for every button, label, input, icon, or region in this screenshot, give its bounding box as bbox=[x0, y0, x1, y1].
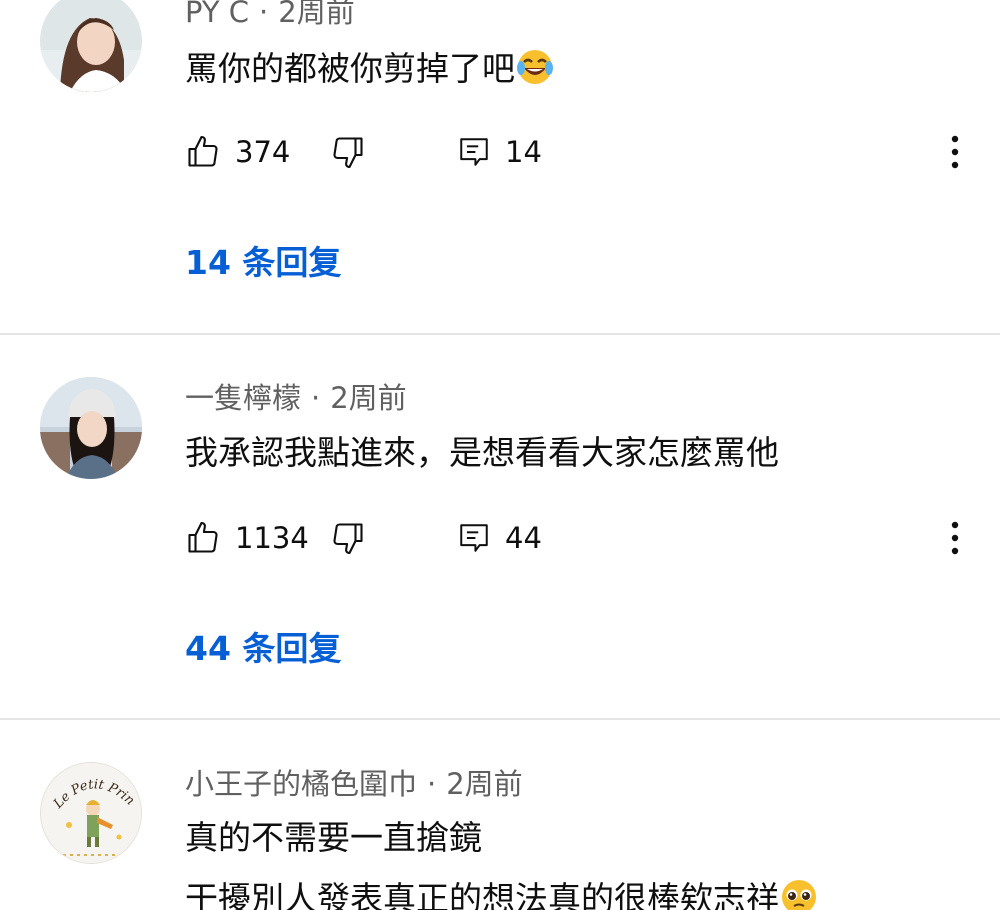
divider bbox=[0, 333, 1000, 335]
comment-text-content: 干擾別人發表真正的想法真的很棒欸志祥 bbox=[185, 879, 779, 910]
author-name[interactable]: 一隻檸檬 bbox=[185, 381, 301, 415]
reply-count: 44 bbox=[505, 521, 542, 555]
more-vertical-icon bbox=[951, 521, 959, 555]
divider bbox=[0, 718, 1000, 720]
like-button[interactable]: 374 bbox=[185, 132, 290, 172]
reply-count: 14 bbox=[505, 135, 542, 169]
pleading-face-icon bbox=[779, 876, 819, 910]
comment-actions: 1134 44 bbox=[185, 518, 985, 558]
comments-list: PY C · 2周前 罵你的都被你剪掉了吧 374 14 14 条回复 一隻檸檬… bbox=[0, 0, 1000, 910]
comment-text-content: 罵你的都被你剪掉了吧 bbox=[185, 49, 515, 88]
comment-meta: PY C · 2周前 bbox=[185, 0, 355, 29]
comment-text-line: 真的不需要一直搶鏡 bbox=[185, 818, 482, 857]
meta-separator: · bbox=[259, 0, 269, 29]
more-vertical-icon bbox=[951, 135, 959, 169]
dislike-button[interactable] bbox=[330, 518, 366, 558]
author-name[interactable]: 小王子的橘色圍巾 bbox=[185, 767, 417, 801]
comment-meta: 一隻檸檬 · 2周前 bbox=[185, 381, 407, 415]
meta-separator: · bbox=[427, 767, 437, 801]
more-button[interactable] bbox=[940, 132, 970, 172]
thumbs-up-icon bbox=[188, 135, 218, 167]
comment-icon bbox=[460, 138, 488, 166]
reply-button[interactable]: 14 bbox=[457, 132, 542, 172]
comment-meta: 小王子的橘色圍巾 · 2周前 bbox=[185, 767, 523, 801]
more-button[interactable] bbox=[940, 518, 970, 558]
avatar[interactable]: Le Petit Prince bbox=[40, 762, 142, 864]
avatar[interactable] bbox=[40, 377, 142, 479]
dislike-button[interactable] bbox=[330, 132, 366, 172]
avatar[interactable] bbox=[40, 0, 142, 92]
author-name[interactable]: PY C bbox=[185, 0, 249, 29]
comment-time[interactable]: 2周前 bbox=[446, 767, 522, 801]
replies-link[interactable]: 14 条回复 bbox=[185, 243, 341, 283]
comment-text: 罵你的都被你剪掉了吧 bbox=[185, 46, 555, 89]
comment-time[interactable]: 2周前 bbox=[278, 0, 354, 29]
like-button[interactable]: 1134 bbox=[185, 518, 309, 558]
thumbs-up-icon bbox=[188, 521, 218, 553]
face-with-tears-of-joy-icon bbox=[515, 46, 555, 86]
comment-actions: 374 14 bbox=[185, 132, 985, 172]
thumbs-down-icon bbox=[333, 137, 363, 169]
like-count: 374 bbox=[235, 135, 291, 169]
comment-text-line: 干擾別人發表真正的想法真的很棒欸志祥 bbox=[185, 876, 819, 910]
thumbs-down-icon bbox=[333, 523, 363, 555]
replies-link[interactable]: 44 条回复 bbox=[185, 629, 341, 669]
comment-text: 我承認我點進來，是想看看大家怎麼罵他 bbox=[185, 433, 779, 472]
reply-button[interactable]: 44 bbox=[457, 518, 542, 558]
meta-separator: · bbox=[311, 381, 321, 415]
like-count: 1134 bbox=[235, 521, 309, 555]
comment-icon bbox=[460, 524, 488, 552]
comment-time[interactable]: 2周前 bbox=[330, 381, 406, 415]
